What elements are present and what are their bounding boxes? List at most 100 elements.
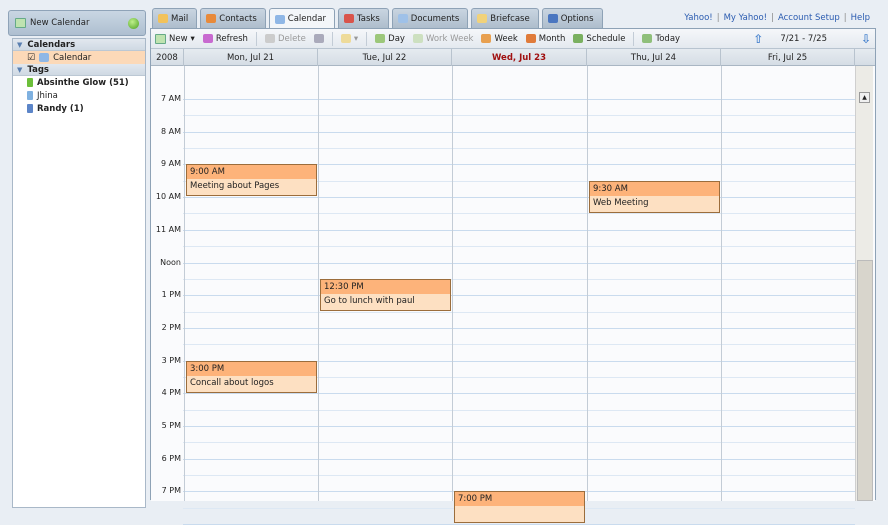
link-separator: |: [716, 13, 720, 23]
tag-label: Jhina: [37, 90, 58, 101]
grid-line: [183, 229, 855, 231]
new-button[interactable]: New ▾: [155, 33, 195, 44]
grid-line: [183, 148, 855, 150]
hour-label: 7 PM: [161, 486, 181, 496]
tab-label: Briefcase: [490, 13, 530, 24]
tag-button[interactable]: ▾: [340, 34, 358, 44]
schedule-view-button[interactable]: Schedule: [573, 34, 625, 44]
refresh-button[interactable]: Refresh: [202, 34, 248, 44]
scrollbar[interactable]: ▲: [855, 66, 873, 501]
calendar-event[interactable]: 3:00 PM Concall about logos: [186, 360, 317, 393]
grid-line: [183, 458, 855, 460]
briefcase-icon: [477, 14, 488, 23]
day-header[interactable]: Fri, Jul 25: [721, 49, 855, 66]
calendar-item[interactable]: ☑ Calendar: [13, 51, 145, 64]
status-icon: [128, 18, 139, 29]
event-title: Go to lunch with paul: [324, 295, 415, 306]
tab-mail[interactable]: Mail: [152, 8, 198, 28]
calendar-event[interactable]: 7:00 PM: [454, 491, 585, 524]
work-week-view-button[interactable]: Work Week: [412, 33, 474, 44]
left-pane: New Calendar ▼ Calendars ☑ Calendar ▼ Tags …: [8, 8, 146, 508]
grid-line: [183, 442, 855, 444]
day-header[interactable]: Tue, Jul 22: [318, 49, 452, 66]
tag-item[interactable]: Randy (1): [13, 102, 145, 115]
hour-label: 3 PM: [161, 355, 181, 365]
link-my-yahoo-[interactable]: My Yahoo!: [724, 13, 768, 23]
scroll-up-icon[interactable]: ▲: [859, 92, 870, 103]
calendar-event[interactable]: 9:30 AM Web Meeting: [589, 180, 720, 213]
week-grid[interactable]: 7 AM 8 AM 9 AM 10 AM 11 AM Noon 1 PM 2 PM 3 PM 4 …: [151, 66, 875, 525]
new-icon: [155, 33, 166, 44]
grid-line: [183, 344, 855, 346]
event-title: Web Meeting: [593, 197, 649, 208]
hour-label: 9 AM: [160, 159, 181, 169]
tags-header-label: Tags: [27, 64, 49, 75]
new-calendar-icon: [15, 18, 26, 28]
column-divider: [318, 66, 319, 501]
tab-options[interactable]: Options: [541, 8, 603, 28]
month-icon: [525, 34, 536, 43]
collapse-icon: ▼: [17, 40, 23, 49]
work-week-label: Work Week: [425, 33, 474, 44]
calendars-header-label: Calendars: [27, 39, 76, 50]
day-header[interactable]: Wed, Jul 23: [452, 49, 587, 66]
grid-line: [183, 475, 855, 477]
month-view-button[interactable]: Month: [525, 33, 566, 44]
grid-line: [183, 295, 855, 297]
link-help[interactable]: Help: [851, 13, 870, 23]
link-account-setup[interactable]: Account Setup: [778, 13, 840, 23]
year-label: 2008: [151, 49, 184, 66]
grid-line: [183, 99, 855, 100]
calendars-header[interactable]: ▼ Calendars: [13, 39, 145, 51]
week-view-button[interactable]: Week: [481, 33, 518, 44]
divider: [366, 31, 368, 46]
print-icon: [313, 34, 324, 43]
today-button[interactable]: Today: [642, 34, 680, 44]
calendar-item-label: Calendar: [53, 52, 92, 63]
refresh-icon: [202, 34, 213, 43]
tag-item[interactable]: Jhina: [13, 89, 145, 102]
grid-line: [183, 246, 855, 248]
tab-calendar[interactable]: Calendar: [268, 8, 335, 29]
link-yahoo-[interactable]: Yahoo!: [684, 13, 712, 23]
event-title: Concall about logos: [190, 377, 274, 388]
week-label: Week: [494, 33, 518, 44]
day-view-button[interactable]: Day: [375, 34, 405, 44]
contacts-icon: [206, 14, 217, 23]
schedule-icon: [573, 34, 584, 43]
grid-line: [183, 213, 855, 215]
hour-label: 10 AM: [155, 192, 181, 202]
tab-label: Documents: [410, 13, 460, 24]
new-calendar-label: New Calendar: [30, 18, 90, 28]
event-time: 3:00 PM: [187, 361, 316, 376]
checkbox-checked[interactable]: ☑: [27, 53, 35, 63]
tag-icon: [27, 104, 33, 113]
hour-label: Noon: [160, 257, 181, 267]
delete-button[interactable]: Delete: [264, 34, 306, 44]
tab-documents[interactable]: Documents: [391, 8, 469, 28]
calendar-icon: [274, 14, 285, 24]
tab-briefcase[interactable]: Briefcase: [471, 8, 539, 28]
tab-tasks[interactable]: Tasks: [338, 8, 389, 28]
print-button[interactable]: [313, 34, 324, 43]
tag-label: Absinthe Glow (51): [37, 77, 129, 88]
new-calendar-button[interactable]: New Calendar: [8, 10, 146, 36]
column-divider: [452, 66, 453, 501]
tags-header[interactable]: ▼ Tags: [13, 64, 145, 76]
tag-item[interactable]: Absinthe Glow (51): [13, 76, 145, 89]
month-label: Month: [538, 33, 566, 44]
next-arrow-icon[interactable]: ⇩: [861, 32, 871, 46]
calendar-event[interactable]: 12:30 PM Go to lunch with paul: [320, 278, 451, 311]
scrollbar-thumb[interactable]: [857, 260, 873, 501]
tab-contacts[interactable]: Contacts: [200, 8, 266, 28]
event-time: 9:00 AM: [187, 165, 316, 180]
day-header[interactable]: Thu, Jul 24: [587, 49, 721, 66]
link-separator: |: [843, 13, 847, 23]
link-separator: |: [771, 13, 774, 23]
previous-arrow-icon[interactable]: ⇧: [753, 32, 763, 46]
calendar-event[interactable]: 9:00 AM Meeting about Pages: [186, 164, 317, 197]
grid-line: [183, 115, 855, 117]
day-header[interactable]: Mon, Jul 21: [184, 49, 318, 66]
calendar-icon: [39, 53, 50, 62]
tab-label: Calendar: [287, 14, 326, 24]
